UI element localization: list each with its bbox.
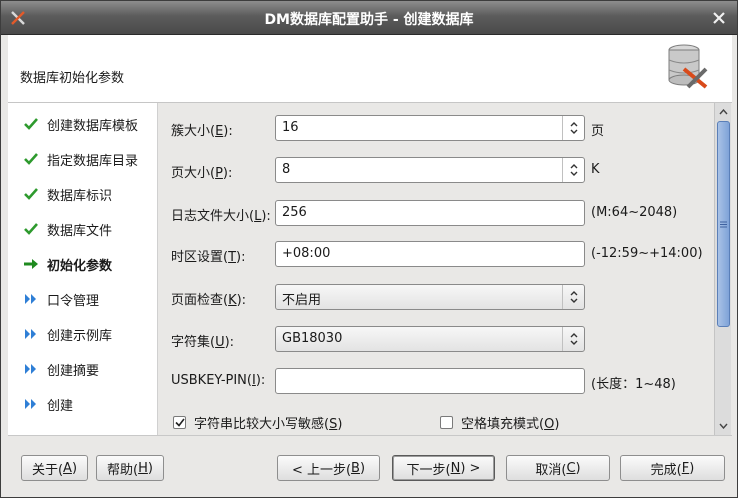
step-sample-db: 创建示例库 [22,323,112,345]
page-check-select[interactable]: 不启用 [275,284,585,310]
case-sensitive-label: 字符串比较大小写敏感(S) [194,417,343,432]
page-check-row: 页面检查(K): 不启用 [159,284,714,310]
log-size-row: 日志文件大小(L): 256 (M:64~2048) [159,200,714,226]
usbkey-pin-input[interactable] [275,368,585,394]
wizard-steps: 创建数据库模板 指定数据库目录 数据库标识 数据库文件 初始化参数 口令管理 创… [8,103,158,435]
config-assistant-window: DM数据库配置助手 - 创建数据库 数据库初始化参数 创建数据库模板 指定数据库… [0,0,738,498]
step-create: 创建 [22,393,73,415]
double-chevron-icon [22,396,40,412]
log-size-range: (M:64~2048) [591,205,678,220]
combo-arrows-icon[interactable] [562,285,584,309]
extent-size-row: 簇大小(E): 16 页 [159,115,714,141]
arrow-right-icon [22,256,40,272]
time-zone-label: 时区设置(T): [171,250,246,265]
scroll-up-icon[interactable] [716,105,731,119]
about-button[interactable]: 关于(A) [21,455,88,481]
usbkey-pin-label: USBKEY-PIN(I): [171,373,266,388]
spinner-arrows-icon[interactable] [562,116,584,140]
checkmark-icon [22,221,40,237]
database-config-icon [668,44,708,89]
step-summary: 创建摘要 [22,358,99,380]
usbkey-pin-length: (长度：1~48) [591,377,676,392]
step-create-template: 创建数据库模板 [22,113,138,135]
page-size-label: 页大小(P): [171,166,233,181]
step-label: 初始化参数 [47,258,113,274]
checkmark-icon [22,186,40,202]
step-db-identity: 数据库标识 [22,183,112,205]
page-title: 数据库初始化参数 [20,71,125,86]
spinner-arrows-icon[interactable] [562,158,584,182]
checkbox-checked-icon[interactable] [173,416,186,429]
log-size-input[interactable]: 256 [275,200,585,226]
extent-size-spinner[interactable]: 16 [275,115,585,141]
step-label: 口令管理 [47,293,100,309]
step-db-directory: 指定数据库目录 [22,148,138,170]
blank-pad-checkbox[interactable]: 空格填充模式(O) [440,413,559,432]
scrollbar-thumb[interactable] [717,121,730,327]
page-size-value: 8 [282,162,291,177]
charset-row: 字符集(U): GB18030 [159,326,714,352]
form-scrollbar[interactable] [714,103,731,435]
extent-size-value: 16 [282,120,299,135]
combo-arrows-icon[interactable] [562,327,584,351]
double-chevron-icon [22,326,40,342]
page-size-unit: K [591,162,600,177]
usbkey-pin-row: USBKEY-PIN(I): (长度：1~48) [159,368,714,394]
extent-size-unit: 页 [591,124,605,139]
step-label: 创建摘要 [47,363,100,379]
charset-label: 字符集(U): [171,335,235,350]
log-size-value: 256 [282,205,307,220]
step-label: 创建数据库模板 [47,118,139,134]
step-label: 数据库标识 [47,188,113,204]
page-header: 数据库初始化参数 [8,35,732,103]
checkmark-icon [22,116,40,132]
window-title: DM数据库配置助手 - 创建数据库 [264,12,474,28]
time-zone-range: (-12:59~+14:00) [591,246,703,261]
step-db-files: 数据库文件 [22,218,112,240]
page-size-row: 页大小(P): 8 K [159,157,714,183]
checkmark-icon [22,151,40,167]
time-zone-input[interactable]: +08:00 [275,241,585,267]
step-label: 指定数据库目录 [47,153,139,169]
step-label: 创建示例库 [47,328,113,344]
next-button[interactable]: 下一步(N) > [392,455,495,481]
option-checkboxes: 字符串比较大小写敏感(S) 空格填充模式(O) [159,411,714,433]
blank-pad-label: 空格填充模式(O) [461,417,560,432]
page-size-spinner[interactable]: 8 [275,157,585,183]
button-bar: 关于(A) 帮助(H) < 上一步(B) 下一步(N) > 取消(C) 完成(F… [8,435,732,495]
cancel-button[interactable]: 取消(C) [506,455,610,481]
close-icon[interactable] [711,10,727,26]
time-zone-row: 时区设置(T): +08:00 (-12:59~+14:00) [159,241,714,267]
scroll-down-icon[interactable] [716,419,731,433]
step-label: 数据库文件 [47,223,113,239]
checkbox-unchecked-icon[interactable] [440,416,453,429]
page-check-value: 不启用 [282,293,322,308]
prev-button[interactable]: < 上一步(B) [277,455,380,481]
charset-value: GB18030 [282,331,343,346]
help-button[interactable]: 帮助(H) [96,455,164,481]
title-bar[interactable]: DM数据库配置助手 - 创建数据库 [1,1,737,35]
time-zone-value: +08:00 [282,246,331,261]
grip-icon [720,221,727,227]
double-chevron-icon [22,291,40,307]
step-label: 创建 [47,398,74,414]
extent-size-label: 簇大小(E): [171,124,233,139]
case-sensitive-checkbox[interactable]: 字符串比较大小写敏感(S) [173,413,342,432]
init-params-form: 簇大小(E): 16 页 页大小(P): 8 K 日志文件大小(L): 256 … [159,103,714,435]
finish-button[interactable]: 完成(F) [620,455,725,481]
log-size-label: 日志文件大小(L): [171,209,271,224]
charset-select[interactable]: GB18030 [275,326,585,352]
step-password: 口令管理 [22,288,99,310]
double-chevron-icon [22,361,40,377]
step-init-params: 初始化参数 [22,253,112,275]
page-check-label: 页面检查(K): [171,293,247,308]
